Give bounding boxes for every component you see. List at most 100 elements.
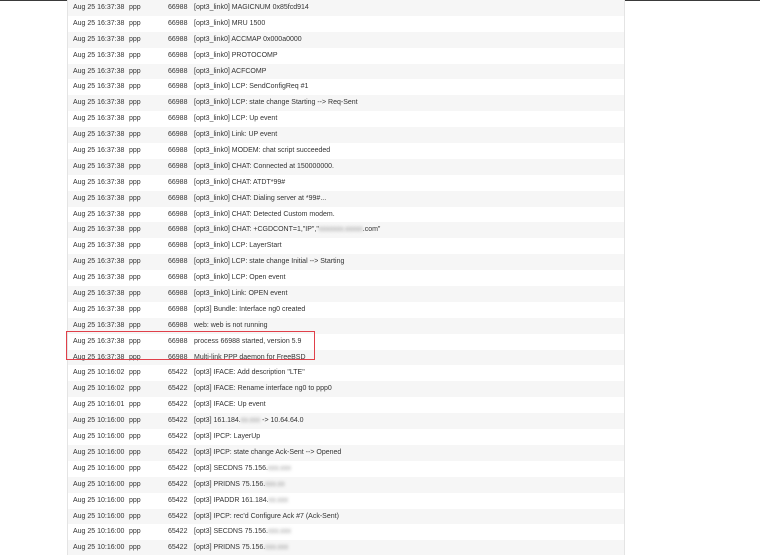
log-message: [opt3] IPADDR 161.184.xx.xxx: [194, 493, 288, 509]
log-message-text: [opt3_link0] ACFCOMP: [194, 67, 267, 75]
log-message-text: [opt3_link0] Link: OPEN event: [194, 290, 288, 298]
log-message-text: [opt3_link0] LCP: LayerStart: [194, 242, 282, 250]
log-message-suffix: -> 10.64.64.0: [260, 417, 304, 425]
log-row: Aug 25 16:37:38 ppp 66988 [opt3_link0] LCP:…: [68, 270, 624, 287]
log-row: Aug 25 16:37:38 ppp 66988 [opt3_link0] CHAT…: [68, 158, 624, 175]
log-message: [opt3_link0] LCP: state change Starting …: [194, 95, 358, 111]
log-message: [opt3_link0] Link: OPEN event: [194, 286, 287, 302]
log-process: ppp: [129, 496, 141, 504]
log-process: ppp: [129, 178, 141, 186]
log-pid: 66988: [168, 99, 188, 107]
log-message-text: [opt3] SECDNS 75.156.: [194, 464, 268, 472]
log-pid: 66988: [168, 353, 188, 361]
log-pid: 65422: [168, 512, 188, 520]
log-message: [opt3] PRIDNS 75.156.xxx.xxx: [194, 540, 288, 555]
log-pid: 66988: [168, 210, 188, 218]
log-time: Aug 25 16:37:38: [73, 131, 125, 139]
log-message-text: [opt3] PRIDNS 75.156.: [194, 544, 266, 552]
log-row: Aug 25 16:37:38 ppp 66988 [opt3_link0] ACCM…: [68, 31, 624, 48]
log-message: [opt3_link0] ACCMAP 0x000a0000: [194, 32, 302, 48]
log-pid: 65422: [168, 433, 188, 441]
log-process: ppp: [129, 401, 141, 409]
log-message: [opt3] IPCP: LayerUp: [194, 429, 260, 445]
log-time: Aug 25 16:37:38: [73, 305, 125, 313]
log-process: ppp: [129, 337, 141, 345]
log-pid: 66988: [168, 274, 188, 282]
log-process: ppp: [129, 353, 141, 361]
log-process: ppp: [129, 67, 141, 75]
log-process: ppp: [129, 369, 141, 377]
log-message: [opt3] IFACE: Up event: [194, 397, 266, 413]
log-message: [opt3_link0] LCP: Up event: [194, 111, 277, 127]
log-time: Aug 25 10:16:00: [73, 480, 125, 488]
log-pid: 65422: [168, 369, 188, 377]
log-message-redacted: xxx.xx: [265, 480, 285, 488]
log-row: Aug 25 16:37:38 ppp 66988 [opt3_link0] LCP:…: [68, 79, 624, 96]
log-time: Aug 25 16:37:38: [73, 226, 125, 234]
log-pid: 66988: [168, 194, 188, 202]
system-log-panel: Aug 25 16:37:38 ppp 66988 [opt3_link0] MAGI…: [67, 0, 625, 555]
log-message: [opt3_link0] PROTOCOMP: [194, 48, 278, 64]
log-pid: 66988: [168, 51, 188, 59]
log-row: Aug 25 16:37:38 ppp 66988 [opt3_link0] CHAT…: [68, 190, 624, 207]
log-time: Aug 25 16:37:38: [73, 178, 125, 186]
log-time: Aug 25 16:37:38: [73, 19, 125, 27]
log-message: [opt3] Bundle: Interface ng0 created: [194, 302, 305, 318]
log-row: Aug 25 16:37:38 ppp 66988 [opt3_link0] LCP:…: [68, 254, 624, 271]
log-process: ppp: [129, 210, 141, 218]
log-message-text: [opt3_link0] MAGICNUM 0x85fcd914: [194, 4, 309, 11]
log-time: Aug 25 10:16:00: [73, 464, 125, 472]
log-pid: 66988: [168, 131, 188, 139]
log-row: Aug 25 16:37:38 ppp 66988 [opt3_link0] LCP:…: [68, 238, 624, 255]
log-process: ppp: [129, 35, 141, 43]
log-pid: 66988: [168, 178, 188, 186]
log-time: Aug 25 10:16:02: [73, 385, 125, 393]
log-time: Aug 25 16:37:38: [73, 353, 125, 361]
log-message-text: [opt3_link0] CHAT: Dialing server at *99…: [194, 194, 327, 202]
log-row: Aug 25 16:37:38 ppp 66988 [opt3_link0] MRU …: [68, 15, 624, 32]
log-row: Aug 25 10:16:02 ppp 65422 [opt3] IFACE: Ren…: [68, 381, 624, 398]
log-time: Aug 25 16:37:38: [73, 35, 125, 43]
log-row: Aug 25 16:37:38 ppp 66988 [opt3_link0] MAGI…: [68, 0, 624, 16]
log-message: [opt3_link0] CHAT: Dialing server at *99…: [194, 191, 326, 207]
log-message-text: [opt3_link0] MODEM: chat script succeede…: [194, 147, 331, 155]
log-message-text: [opt3] IFACE: Rename interface ng0 to pp…: [194, 385, 332, 393]
log-message-text: [opt3_link0] CHAT: ATDT*99#: [194, 178, 286, 186]
log-message-text: [opt3_link0] CHAT: +CGDCONT=1,"IP",": [194, 226, 319, 234]
log-message-redacted: xx.xxx: [268, 496, 289, 504]
log-row: Aug 25 16:37:38 ppp 66988 [opt3_link0] Link…: [68, 286, 624, 302]
log-process: ppp: [129, 480, 141, 488]
log-time: Aug 25 16:37:38: [73, 51, 125, 59]
log-message: [opt3_link0] LCP: state change Initial -…: [194, 254, 344, 270]
log-message-redacted: xxx.xxx: [265, 544, 289, 552]
log-message-text: [opt3] IPADDR 161.184.: [194, 496, 269, 504]
log-message-text: web: web is not running: [194, 321, 268, 329]
log-process: ppp: [129, 512, 141, 520]
log-row: Aug 25 16:37:38 ppp 66988 [opt3_link0] MODE…: [68, 143, 624, 159]
log-pid: 66988: [168, 242, 188, 250]
log-message: Multi-link PPP daemon for FreeBSD: [194, 350, 306, 366]
log-time: Aug 25 10:16:00: [73, 496, 125, 504]
log-message: [opt3_link0] LCP: Open event: [194, 270, 285, 286]
log-message-text: [opt3] IPCP: LayerUp: [194, 433, 261, 441]
log-pid: 66988: [168, 147, 188, 155]
log-table: Aug 25 16:37:38 ppp 66988 [opt3_link0] MAGI…: [68, 0, 624, 555]
log-pid: 66988: [168, 321, 188, 329]
log-process: ppp: [129, 19, 141, 27]
log-process: ppp: [129, 242, 141, 250]
log-process: ppp: [129, 83, 141, 91]
log-pid: 66988: [168, 83, 188, 91]
log-row: Aug 25 16:37:38 ppp 66988 [opt3_link0] CHAT…: [68, 174, 624, 191]
log-message: [opt3_link0] LCP: LayerStart: [194, 238, 282, 254]
log-process: ppp: [129, 544, 141, 552]
log-time: Aug 25 16:37:38: [73, 194, 125, 202]
log-message-text: [opt3] IFACE: Up event: [194, 401, 266, 409]
log-process: ppp: [129, 385, 141, 393]
log-process: ppp: [129, 290, 141, 298]
log-process: ppp: [129, 99, 141, 107]
log-time: Aug 25 10:16:00: [73, 544, 125, 552]
log-time: Aug 25 16:37:38: [73, 83, 125, 91]
log-pid: 65422: [168, 480, 188, 488]
log-pid: 66988: [168, 337, 188, 345]
log-time: Aug 25 10:16:00: [73, 448, 125, 456]
